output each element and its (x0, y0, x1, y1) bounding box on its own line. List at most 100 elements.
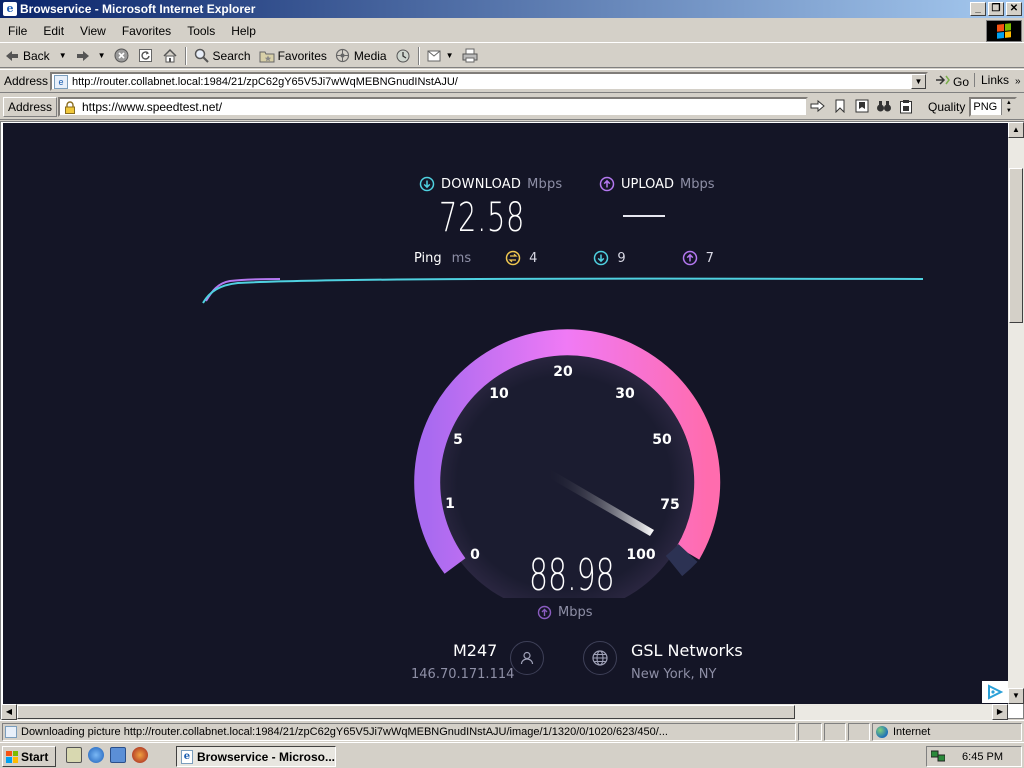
speedtest-page[interactable]: DOWNLOAD Mbps UPLOAD Mbps 72.58 Ping ms … (3, 123, 1008, 704)
scroll-up-button[interactable]: ▲ (1008, 122, 1024, 138)
address-url: http://router.collabnet.local:1984/21/zp… (72, 75, 458, 88)
scroll-down-button[interactable]: ▼ (1008, 688, 1024, 704)
security-zone[interactable]: Internet (872, 723, 1022, 741)
go-arrow-icon[interactable] (810, 98, 826, 114)
mail-button[interactable]: ▼ (423, 45, 458, 67)
search-icon (194, 48, 210, 64)
internet-globe-icon (876, 726, 888, 738)
taskbar-browservice-button[interactable]: e Browservice - Microso... (176, 746, 336, 767)
menu-edit[interactable]: Edit (35, 24, 72, 38)
forward-dropdown-icon[interactable]: ▼ (98, 51, 106, 60)
menu-favorites[interactable]: Favorites (114, 24, 179, 38)
show-desktop-icon[interactable] (66, 747, 82, 763)
favorites-button[interactable]: Favorites (255, 45, 331, 67)
upload-circle-icon (537, 605, 552, 620)
menu-view[interactable]: View (72, 24, 114, 38)
horizontal-scroll-thumb[interactable] (17, 705, 795, 719)
window-title: Browservice - Microsoft Internet Explore… (20, 2, 256, 16)
change-server-button[interactable] (583, 641, 617, 675)
outlook-express-icon[interactable] (110, 747, 126, 763)
download-header: DOWNLOAD Mbps (419, 176, 562, 192)
download-graph-line (202, 277, 924, 304)
print-button[interactable] (458, 45, 482, 67)
ping-row: Ping ms 4 9 7 (414, 250, 714, 266)
search-label: Search (212, 48, 251, 63)
ad-choices-icon (988, 684, 1004, 700)
scroll-right-button[interactable]: ▶ (992, 704, 1008, 720)
search-button[interactable]: Search (190, 45, 255, 67)
globe-icon (592, 650, 608, 666)
inner-address-input[interactable]: https://www.speedtest.net/ (58, 97, 808, 117)
vertical-scroll-thumb[interactable] (1009, 168, 1023, 323)
browservice-toolbar: Address https://www.speedtest.net/ Quali… (0, 94, 1024, 120)
media-button[interactable]: Media (331, 45, 391, 67)
mail-dropdown-icon[interactable]: ▼ (446, 51, 454, 60)
upload-value-placeholder (623, 215, 665, 217)
address-dropdown-button[interactable]: ▼ (911, 74, 926, 89)
windows-logo-icon (6, 750, 18, 763)
media-icon (335, 48, 351, 64)
menu-bar: File Edit View Favorites Tools Help (0, 19, 1024, 43)
home-button[interactable] (158, 45, 182, 67)
clipboard-icon[interactable] (898, 98, 914, 114)
download-unit: Mbps (527, 176, 563, 192)
vertical-scrollbar[interactable]: ▲ ▼ (1008, 122, 1024, 704)
current-speed-unit: Mbps (558, 605, 593, 620)
inner-address-url: https://www.speedtest.net/ (82, 100, 223, 114)
media-player-icon[interactable] (132, 747, 148, 763)
upload-header: UPLOAD Mbps (599, 176, 715, 192)
maximize-button[interactable]: ❐ (988, 2, 1004, 16)
gauge-arc-remaining (665, 543, 698, 577)
ie-task-icon: e (181, 749, 193, 764)
clock[interactable]: 6:45 PM (962, 751, 1003, 763)
menu-help[interactable]: Help (223, 24, 264, 38)
close-button[interactable]: ✕ (1006, 2, 1022, 16)
toolbar-separator (184, 46, 187, 65)
quality-value: PNG (973, 101, 998, 113)
ie-quicklaunch-icon[interactable] (88, 747, 104, 763)
bookmark-icon[interactable] (832, 98, 848, 114)
back-button[interactable]: Back ▼ (0, 45, 71, 67)
title-bar[interactable]: e Browservice - Microsoft Internet Explo… (0, 0, 1024, 18)
minimize-button[interactable]: _ (970, 2, 986, 16)
address-input[interactable]: e http://router.collabnet.local:1984/21/… (50, 72, 928, 91)
taskbar: Start e Browservice - Microso... 6:45 PM (0, 742, 1024, 768)
refresh-button[interactable] (134, 45, 158, 67)
forward-button[interactable]: ▼ (71, 45, 110, 67)
quality-label: Quality (928, 100, 966, 114)
server-name: GSL Networks (631, 641, 743, 660)
scroll-left-button[interactable]: ◀ (1, 704, 17, 720)
history-button[interactable] (391, 45, 415, 67)
find-icon[interactable] (876, 98, 892, 114)
upload-unit: Mbps (680, 176, 715, 192)
start-button[interactable]: Start (2, 746, 56, 767)
quality-select[interactable]: PNG ▲ ▼ (969, 97, 1018, 117)
user-icon (520, 651, 534, 665)
network-connection-icon[interactable] (930, 750, 946, 762)
stop-button[interactable] (110, 45, 134, 67)
ie-logo-icon: e (3, 2, 17, 16)
horizontal-scrollbar[interactable]: ◀ ▶ (1, 704, 1008, 720)
go-button[interactable]: Go (934, 73, 969, 90)
system-tray: 6:45 PM (926, 746, 1022, 767)
change-user-button[interactable] (510, 641, 544, 675)
mail-icon (427, 48, 443, 64)
quality-spinner[interactable]: ▲ ▼ (1001, 99, 1016, 115)
gauge-label-1: 1 (445, 496, 455, 512)
back-dropdown-icon[interactable]: ▼ (59, 51, 67, 60)
gauge-label-50: 50 (652, 432, 672, 448)
window-controls: _ ❐ ✕ (968, 2, 1022, 16)
ad-choices-badge[interactable] (982, 681, 1008, 703)
links-toolbar[interactable]: Links » (974, 73, 1021, 87)
history-icon (395, 48, 411, 64)
bookmarks-list-icon[interactable] (854, 98, 870, 114)
menu-tools[interactable]: Tools (179, 24, 223, 38)
go-label: Go (953, 74, 970, 89)
gauge-label-5: 5 (453, 432, 463, 448)
download-label: DOWNLOAD (441, 176, 522, 192)
gauge-label-10: 10 (489, 386, 509, 402)
page-icon: e (54, 74, 68, 89)
go-arrow-icon (934, 73, 950, 90)
lock-icon (63, 100, 77, 114)
menu-file[interactable]: File (0, 24, 35, 38)
